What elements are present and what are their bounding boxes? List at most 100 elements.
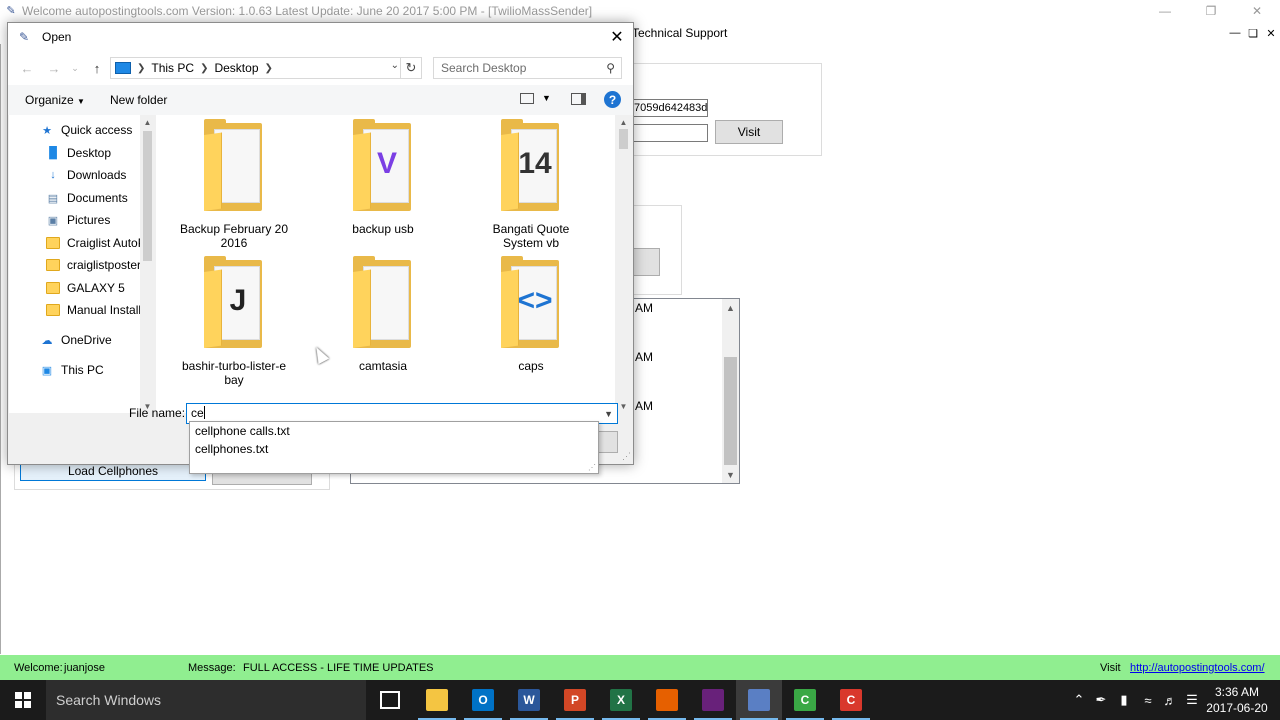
- nav-item[interactable]: ▣ This PC: [9, 359, 155, 381]
- wifi-icon[interactable]: ≈: [1138, 680, 1158, 720]
- up-arrow-icon[interactable]: ↑: [88, 60, 106, 76]
- scroll-thumb[interactable]: [143, 131, 152, 261]
- nav-item[interactable]: craiglistposter: [9, 254, 155, 276]
- visit-button[interactable]: Visit: [715, 120, 783, 144]
- url-field[interactable]: [630, 124, 708, 142]
- nav-item-label: Documents: [67, 191, 128, 205]
- taskbar-app-twilio-mass-sender[interactable]: [736, 680, 782, 720]
- breadcrumb-this-pc[interactable]: This PC: [151, 61, 194, 75]
- scroll-thumb[interactable]: [619, 129, 628, 149]
- resize-grip-icon[interactable]: ⋰: [622, 451, 631, 462]
- chevron-right-icon[interactable]: ❯: [200, 63, 208, 74]
- back-arrow-icon[interactable]: ←: [18, 60, 36, 76]
- autocomplete-item[interactable]: cellphones.txt: [195, 440, 268, 458]
- nav-item[interactable]: ☁ OneDrive: [9, 329, 155, 351]
- token-field[interactable]: 7059d642483d7c: [630, 99, 708, 117]
- recent-dropdown-icon[interactable]: ⌄: [66, 60, 84, 76]
- folder-item[interactable]: Jbashir-turbo-lister-e bay: [174, 252, 294, 387]
- volume-icon[interactable]: ♬: [1160, 680, 1180, 720]
- mdi-minimize-icon[interactable]: —: [1226, 22, 1244, 44]
- log-line: AM: [635, 399, 653, 413]
- scroll-up-icon[interactable]: ▲: [722, 299, 739, 316]
- taskbar-app-camtasia-green[interactable]: C: [782, 680, 828, 720]
- taskbar-app-visual-studio[interactable]: [690, 680, 736, 720]
- address-bar[interactable]: ❯ This PC ❯ Desktop ❯ ⌄ ↻: [110, 57, 422, 79]
- cloud-icon: ☁: [41, 334, 53, 347]
- close-icon[interactable]: ✕: [1234, 0, 1280, 22]
- status-visit-link[interactable]: http://autopostingtools.com/: [1130, 662, 1265, 674]
- pen-icon[interactable]: ✒: [1092, 680, 1110, 720]
- open-button[interactable]: [598, 431, 618, 453]
- notifications-icon[interactable]: ☰: [1182, 680, 1202, 720]
- chevron-right-icon[interactable]: ❯: [265, 63, 273, 74]
- nav-item[interactable]: Craiglist AutoPo: [9, 232, 155, 254]
- battery-icon[interactable]: ▮: [1114, 680, 1134, 720]
- chevron-right-icon[interactable]: ❯: [137, 63, 145, 74]
- nav-item[interactable]: █Desktop●: [9, 142, 155, 164]
- preview-pane-icon[interactable]: [571, 93, 586, 105]
- log-line: AM: [635, 350, 653, 364]
- taskbar-app-file-explorer[interactable]: [414, 680, 460, 720]
- folder-item[interactable]: 14 Bangati Quote System vb: [471, 115, 591, 250]
- task-view-icon[interactable]: [380, 691, 400, 709]
- nav-item[interactable]: ★ Quick access: [9, 119, 155, 141]
- maximize-icon[interactable]: ❐: [1188, 0, 1234, 22]
- taskbar-app-excel[interactable]: X: [598, 680, 644, 720]
- nav-item[interactable]: ▣Pictures●: [9, 209, 155, 231]
- nav-item[interactable]: GALAXY 5: [9, 277, 155, 299]
- filename-dropdown-icon[interactable]: ▼: [604, 405, 613, 424]
- resize-grip-icon[interactable]: ⋰: [588, 463, 596, 472]
- dialog-close-icon[interactable]: ✕: [603, 23, 631, 51]
- refresh-icon[interactable]: ↻: [400, 58, 421, 78]
- nav-item[interactable]: Manual Installati: [9, 299, 155, 321]
- status-visit-label: Visit: [1100, 661, 1121, 674]
- address-dropdown-icon[interactable]: ⌄: [391, 60, 399, 71]
- taskbar-search[interactable]: Search Windows: [46, 680, 366, 720]
- excel-icon: X: [610, 689, 632, 711]
- hidden-button[interactable]: [630, 248, 660, 276]
- folder-item[interactable]: Backup February 20 2016: [174, 115, 294, 250]
- menu-technical-support[interactable]: Technical Support: [630, 26, 727, 40]
- folder-icon: J: [204, 256, 266, 350]
- taskbar-app-powerpoint[interactable]: P: [552, 680, 598, 720]
- mdi-close-icon[interactable]: ✕: [1262, 22, 1280, 44]
- taskbar-app-camtasia-red[interactable]: C: [828, 680, 874, 720]
- nav-item-label: This PC: [61, 363, 104, 377]
- file-explorer-icon: [426, 689, 448, 711]
- taskbar-app-firefox[interactable]: [644, 680, 690, 720]
- chevron-down-icon: ▼: [77, 97, 85, 106]
- minimize-icon[interactable]: —: [1142, 0, 1188, 22]
- nav-item[interactable]: ▤Documents●: [9, 187, 155, 209]
- scroll-up-icon[interactable]: ▲: [140, 115, 155, 129]
- search-desktop-input[interactable]: Search Desktop ⚲: [433, 57, 622, 79]
- change-view-icon[interactable]: [520, 93, 534, 104]
- organize-button[interactable]: Organize ▼: [25, 93, 85, 107]
- taskbar-app-outlook[interactable]: O: [460, 680, 506, 720]
- mdi-restore-icon[interactable]: ❏: [1244, 22, 1262, 44]
- scroll-up-icon[interactable]: ▲: [615, 115, 632, 129]
- scroll-thumb[interactable]: [724, 357, 737, 465]
- scroll-down-icon[interactable]: ▼: [722, 466, 739, 483]
- tray-chevron-icon[interactable]: ⌃: [1070, 680, 1088, 720]
- help-icon[interactable]: ?: [604, 91, 621, 108]
- breadcrumb-desktop[interactable]: Desktop: [214, 61, 258, 75]
- file-scrollbar[interactable]: ▲ ▼: [615, 115, 632, 413]
- forward-arrow-icon[interactable]: →: [45, 60, 63, 76]
- folder-item[interactable]: Vbackup usb: [323, 115, 443, 245]
- new-folder-button[interactable]: New folder: [110, 93, 167, 107]
- text-caret: [203, 406, 205, 419]
- folder-item[interactable]: camtasia: [323, 252, 443, 382]
- view-dropdown-icon[interactable]: ▼: [542, 93, 551, 103]
- search-icon[interactable]: ⚲: [606, 61, 615, 75]
- dialog-app-icon: ✎: [18, 30, 30, 44]
- nav-scrollbar[interactable]: ▲ ▼: [140, 115, 155, 413]
- clock[interactable]: 3:36 AM 2017-06-20: [1206, 684, 1268, 716]
- folder-icon: [353, 256, 415, 350]
- taskbar-app-word[interactable]: W: [506, 680, 552, 720]
- nav-item[interactable]: ↓Downloads●: [9, 164, 155, 186]
- start-button[interactable]: [0, 680, 46, 720]
- folder-icon: [204, 119, 266, 213]
- log-scrollbar[interactable]: ▲ ▼: [722, 299, 739, 483]
- folder-item[interactable]: <> caps: [471, 252, 591, 382]
- autocomplete-item[interactable]: cellphone calls.txt: [195, 422, 290, 440]
